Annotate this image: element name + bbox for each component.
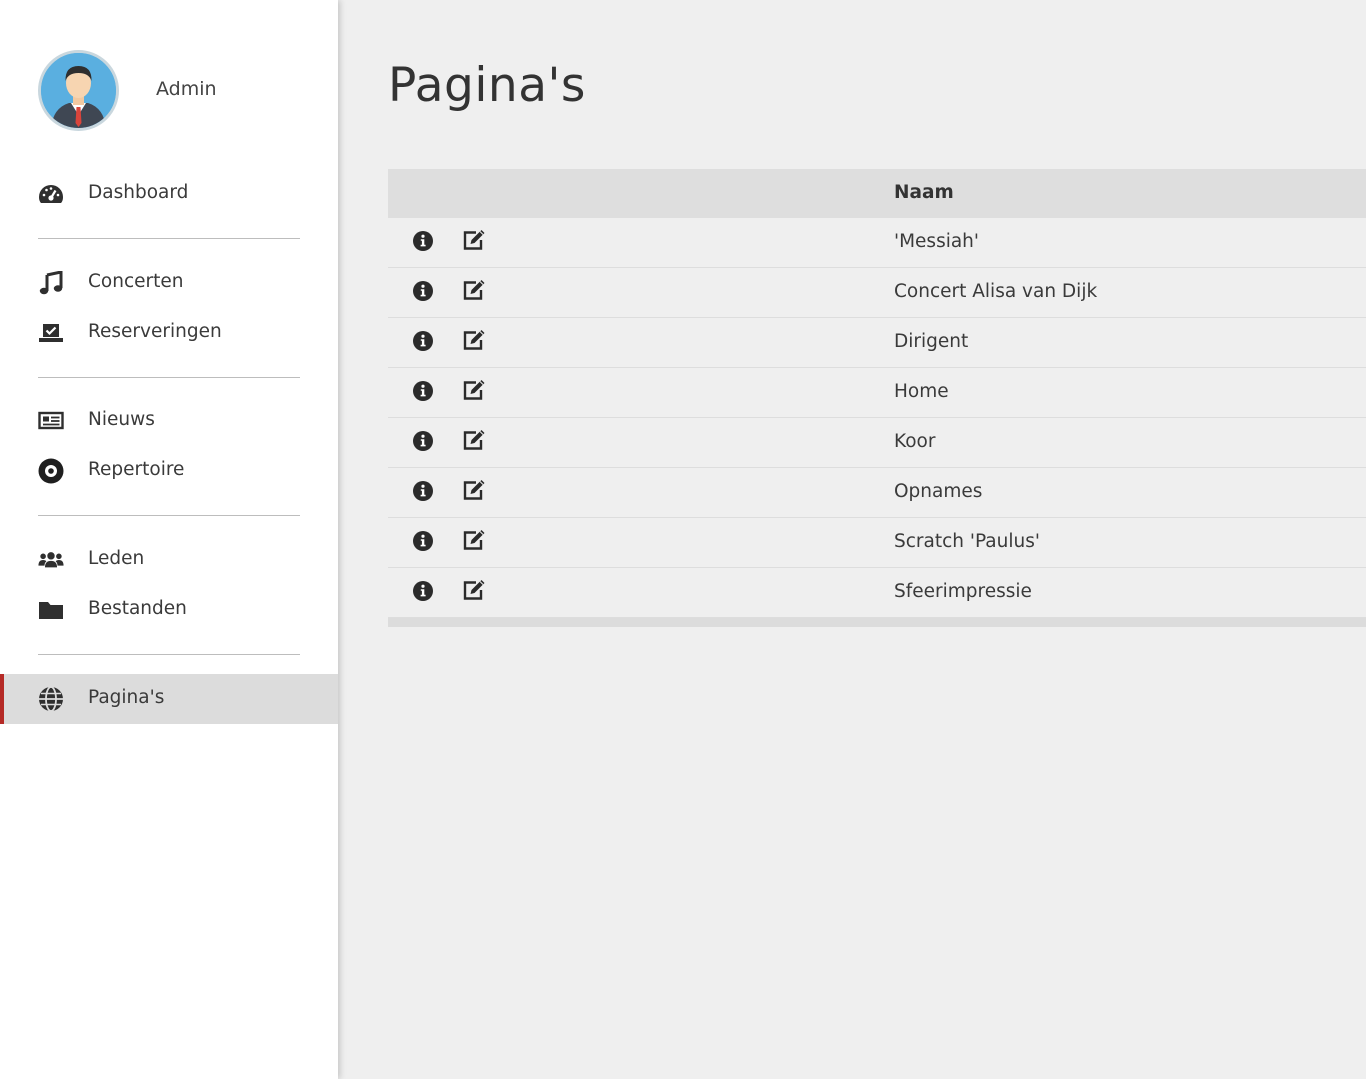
sidebar-item-reserveringen[interactable]: Reserveringen [0,308,338,358]
sidebar-item-label: Bestanden [88,598,187,619]
sidebar-divider [38,377,300,378]
page-name: Dirigent [894,331,969,352]
sidebar-item-repertoire[interactable]: Repertoire [0,446,338,496]
table-header: Naam [388,169,1366,218]
info-icon[interactable] [412,580,434,602]
edit-icon[interactable] [462,529,486,551]
page-name: Concert Alisa van Dijk [894,281,1098,302]
info-icon[interactable] [412,230,434,252]
sidebar-item-label: Dashboard [88,182,189,203]
page-name: Scratch 'Paulus' [894,531,1040,552]
sidebar-divider [38,515,300,516]
newspaper-icon [38,409,64,433]
reservation-check-icon [38,321,64,345]
table-row: Koor [388,418,1366,468]
info-icon[interactable] [412,280,434,302]
sidebar-item-bestanden[interactable]: Bestanden [0,585,338,635]
page-name: Sfeerimpressie [894,581,1032,602]
sidebar-item-label: Concerten [88,271,184,292]
edit-icon[interactable] [462,579,486,601]
edit-icon[interactable] [462,229,486,251]
table-row: Concert Alisa van Dijk [388,268,1366,318]
pages-table: Naam 'Messiah' Concert Alisa van Dijk Di… [388,169,1366,627]
sidebar-item-label: Pagina's [88,687,165,708]
table-body: 'Messiah' Concert Alisa van Dijk Dirigen… [388,218,1366,618]
info-icon[interactable] [412,480,434,502]
edit-icon[interactable] [462,379,486,401]
globe-icon [38,686,64,712]
sidebar-item-leden[interactable]: Leden [0,535,338,585]
sidebar: Admin Dashboard Concerten Reserveringen … [0,0,338,1079]
sidebar-item-label: Nieuws [88,409,155,430]
sidebar-item-paginas[interactable]: Pagina's [0,674,338,724]
info-icon[interactable] [412,380,434,402]
edit-icon[interactable] [462,479,486,501]
edit-icon[interactable] [462,279,486,301]
info-icon[interactable] [412,530,434,552]
info-icon[interactable] [412,330,434,352]
user-avatar-icon [38,50,119,131]
table-row: Home [388,368,1366,418]
edit-icon[interactable] [462,429,486,451]
sidebar-item-label: Repertoire [88,459,185,480]
record-disc-icon [38,458,64,484]
page-title: Pagina's [388,58,586,113]
table-row: Dirigent [388,318,1366,368]
music-note-icon [38,271,64,295]
sidebar-item-label: Reserveringen [88,321,222,342]
table-row: Opnames [388,468,1366,518]
table-row: Sfeerimpressie [388,568,1366,618]
page-name: Koor [894,431,936,452]
table-row: 'Messiah' [388,218,1366,268]
sidebar-item-dashboard[interactable]: Dashboard [0,169,338,219]
table-footer [388,618,1366,627]
page-name: 'Messiah' [894,231,979,252]
info-icon[interactable] [412,430,434,452]
sidebar-divider [38,654,300,655]
page-name: Home [894,381,949,402]
page-name: Opnames [894,481,983,502]
sidebar-item-nieuws[interactable]: Nieuws [0,396,338,446]
user-name: Admin [156,78,217,100]
dashboard-gauge-icon [38,182,64,206]
users-icon [38,548,64,572]
sidebar-divider [38,238,300,239]
sidebar-item-concerten[interactable]: Concerten [0,258,338,308]
table-row: Scratch 'Paulus' [388,518,1366,568]
sidebar-item-label: Leden [88,548,145,569]
folder-icon [38,598,64,622]
edit-icon[interactable] [462,329,486,351]
user-profile: Admin [38,50,328,132]
column-header-naam: Naam [894,182,954,203]
